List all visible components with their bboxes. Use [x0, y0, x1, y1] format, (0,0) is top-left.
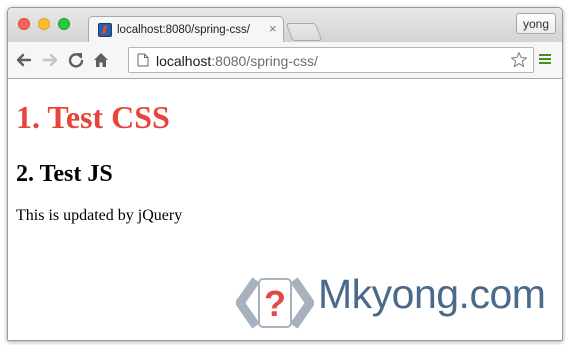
- jquery-paragraph: This is updated by jQuery: [16, 207, 183, 224]
- browser-window: localhost:8080/spring-css/ × yong localh…: [7, 7, 563, 341]
- reload-icon[interactable]: [66, 50, 86, 70]
- star-icon[interactable]: [510, 51, 528, 69]
- hamburger-menu-icon[interactable]: [539, 54, 551, 66]
- heading-test-css: 1. Test CSS: [16, 99, 170, 135]
- heading-test-js: 2. Test JS: [16, 161, 113, 187]
- browser-toolbar: localhost:8080/spring-css/: [8, 42, 562, 79]
- mkyong-logo-icon: ?: [236, 277, 314, 329]
- url-text[interactable]: localhost:8080/spring-css/: [156, 53, 318, 69]
- close-window-button[interactable]: [18, 18, 30, 30]
- profile-button[interactable]: yong: [516, 13, 556, 34]
- page-icon: [137, 53, 149, 67]
- back-arrow-icon[interactable]: [14, 50, 34, 70]
- home-icon[interactable]: [91, 50, 111, 70]
- logo-glyph: ?: [264, 283, 286, 324]
- browser-tab-active[interactable]: localhost:8080/spring-css/ ×: [88, 16, 284, 44]
- zoom-window-button[interactable]: [58, 18, 70, 30]
- favicon-icon: [98, 23, 112, 37]
- tab-close-icon[interactable]: ×: [269, 21, 277, 36]
- url-path: :8080/spring-css/: [211, 53, 318, 69]
- page-content: 1. Test CSS 2. Test JS This is updated b…: [8, 79, 562, 340]
- address-bar[interactable]: localhost:8080/spring-css/: [128, 47, 534, 73]
- title-bar: localhost:8080/spring-css/ × yong: [8, 8, 562, 44]
- url-host: localhost: [156, 53, 212, 69]
- tab-title: localhost:8080/spring-css/: [117, 24, 250, 36]
- forward-arrow-icon[interactable]: [40, 50, 60, 70]
- minimize-window-button[interactable]: [38, 18, 50, 30]
- watermark-text: Mkyong.com: [318, 271, 546, 317]
- new-tab-button[interactable]: [285, 23, 323, 41]
